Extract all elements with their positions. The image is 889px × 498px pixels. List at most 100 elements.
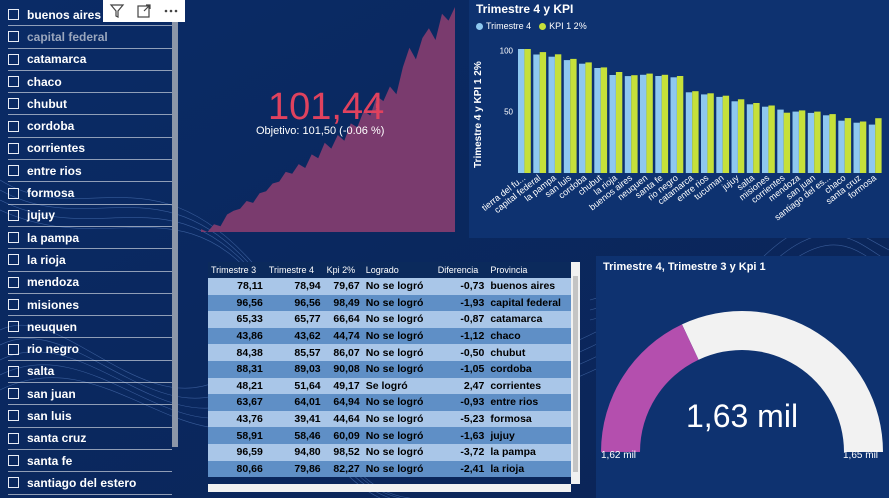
bar-trimestre-4[interactable] [563, 60, 571, 173]
slicer-item[interactable]: corrientes [8, 138, 172, 161]
checkbox[interactable] [8, 276, 19, 288]
table-row[interactable]: 58,91 58,46 60,09 No se logró -1,63 jujuy [208, 427, 574, 444]
bar-trimestre-4[interactable] [746, 104, 754, 173]
column-header[interactable]: Trimestre 3 [208, 262, 266, 278]
checkbox[interactable] [8, 365, 19, 377]
table-horizontal-scrollbar[interactable] [208, 484, 571, 492]
checkbox[interactable] [8, 187, 19, 199]
slicer-item[interactable]: mendoza [8, 272, 172, 294]
slicer-item[interactable]: salta [8, 361, 172, 384]
bar-trimestre-4[interactable] [868, 124, 876, 173]
bar-kpi[interactable] [814, 111, 821, 173]
bar-trimestre-4[interactable] [655, 76, 662, 173]
column-header[interactable]: Diferencia [434, 262, 488, 278]
checkbox[interactable] [8, 232, 19, 244]
gauge-fill-arc[interactable] [601, 324, 699, 452]
column-header[interactable]: Provincia [487, 262, 574, 278]
slicer-item[interactable]: misiones [8, 294, 172, 317]
slicer-item[interactable]: rio negro [8, 338, 172, 361]
bar-trimestre-4[interactable] [685, 92, 693, 173]
table-row[interactable]: 88,31 89,03 90,08 No se logró -1,05 cordoba [208, 360, 574, 378]
checkbox[interactable] [8, 9, 19, 21]
bar-kpi[interactable] [600, 67, 608, 173]
bar-trimestre-4[interactable] [731, 101, 738, 173]
bar-kpi[interactable] [676, 76, 684, 173]
bar-kpi[interactable] [661, 74, 669, 173]
table-row[interactable]: 84,38 85,57 86,07 No se logró -0,50 chubut [208, 344, 574, 361]
bar-trimestre-4[interactable] [609, 75, 616, 173]
slicer-item[interactable]: formosa [8, 182, 172, 205]
checkbox[interactable] [8, 388, 19, 400]
filter-icon[interactable] [108, 2, 126, 20]
column-header[interactable]: Kpi 2% [323, 262, 363, 278]
bar-kpi[interactable] [783, 112, 791, 173]
bar-trimestre-4[interactable] [701, 94, 708, 173]
slicer-item[interactable]: santa cruz [8, 428, 172, 450]
focus-mode-icon[interactable] [135, 2, 153, 20]
bar-kpi[interactable] [585, 62, 592, 173]
bar-trimestre-4[interactable] [533, 54, 540, 174]
table-row[interactable]: 48,21 51,64 49,17 Se logró 2,47 corrientes [208, 377, 574, 395]
slicer-item[interactable]: catamarca [8, 49, 172, 71]
more-options-icon[interactable] [162, 2, 180, 20]
bar-kpi[interactable] [844, 118, 852, 173]
table-row[interactable]: 78,11 78,94 79,67 No se logró -0,73 buenos ai… [208, 278, 574, 295]
checkbox[interactable] [8, 455, 19, 467]
checkbox[interactable] [8, 477, 19, 489]
bar-trimestre-4[interactable] [640, 74, 647, 173]
column-header[interactable]: Trimestre 4 [265, 262, 324, 278]
checkbox[interactable] [8, 165, 19, 177]
bar-trimestre-4[interactable] [823, 115, 830, 173]
checkbox[interactable] [8, 410, 19, 422]
checkbox[interactable] [8, 142, 19, 154]
bar-kpi[interactable] [646, 73, 653, 173]
bar-trimestre-4[interactable] [762, 106, 769, 173]
bar-trimestre-4[interactable] [853, 122, 860, 173]
bar-trimestre-4[interactable] [548, 56, 555, 174]
checkbox[interactable] [8, 343, 19, 355]
slicer-item[interactable]: la pampa [8, 227, 172, 250]
table-row[interactable]: 63,67 64,01 64,94 No se logró -0,93 entre rio… [208, 394, 574, 411]
slicer-item[interactable]: capital federal [8, 26, 172, 49]
bar-kpi[interactable] [875, 118, 882, 173]
bar-kpi[interactable] [539, 52, 547, 173]
table-row[interactable]: 96,59 94,80 98,52 No se logró -3,72 la pampa [208, 443, 574, 461]
bar-kpi[interactable] [524, 49, 531, 173]
bar-kpi[interactable] [615, 72, 623, 173]
checkbox[interactable] [8, 321, 19, 333]
checkbox[interactable] [8, 209, 19, 221]
slicer-item[interactable]: jujuy [8, 205, 172, 227]
slicer-item[interactable]: san luis [8, 405, 172, 428]
bar-kpi[interactable] [570, 58, 577, 173]
checkbox[interactable] [8, 432, 19, 444]
bar-trimestre-4[interactable] [792, 111, 799, 173]
bar-kpi[interactable] [631, 75, 638, 173]
column-header[interactable]: Logrado [362, 262, 435, 278]
bar-kpi[interactable] [798, 110, 806, 173]
bar-trimestre-4[interactable] [594, 68, 601, 173]
table-row[interactable]: 43,86 43,62 44,74 No se logró -1,12 chaco [208, 327, 574, 345]
checkbox[interactable] [8, 53, 19, 65]
bar-trimestre-4[interactable] [579, 63, 586, 174]
slicer-item[interactable]: santa fe [8, 450, 172, 473]
checkbox[interactable] [8, 98, 19, 110]
bar-trimestre-4[interactable] [838, 120, 845, 173]
slicer-item[interactable]: chaco [8, 71, 172, 94]
table-row[interactable]: 96,56 96,56 98,49 No se logró -1,93 capital f… [208, 294, 574, 312]
bar-trimestre-4[interactable] [670, 77, 677, 173]
slicer-item[interactable]: entre rios [8, 160, 172, 183]
checkbox[interactable] [8, 76, 19, 88]
bar-trimestre-4[interactable] [518, 49, 525, 173]
bar-kpi[interactable] [722, 95, 730, 173]
checkbox[interactable] [8, 31, 19, 43]
slicer-item[interactable]: chubut [8, 93, 172, 116]
bar-trimestre-4[interactable] [777, 109, 784, 173]
bar-trimestre-4[interactable] [807, 112, 815, 173]
bar-kpi[interactable] [859, 121, 867, 174]
slicer-item[interactable]: san juan [8, 383, 172, 406]
bar-trimestre-4[interactable] [716, 96, 723, 173]
checkbox[interactable] [8, 299, 19, 310]
bar-kpi[interactable] [554, 54, 562, 173]
checkbox[interactable] [8, 120, 19, 132]
table-scroll-thumb[interactable] [573, 276, 578, 472]
